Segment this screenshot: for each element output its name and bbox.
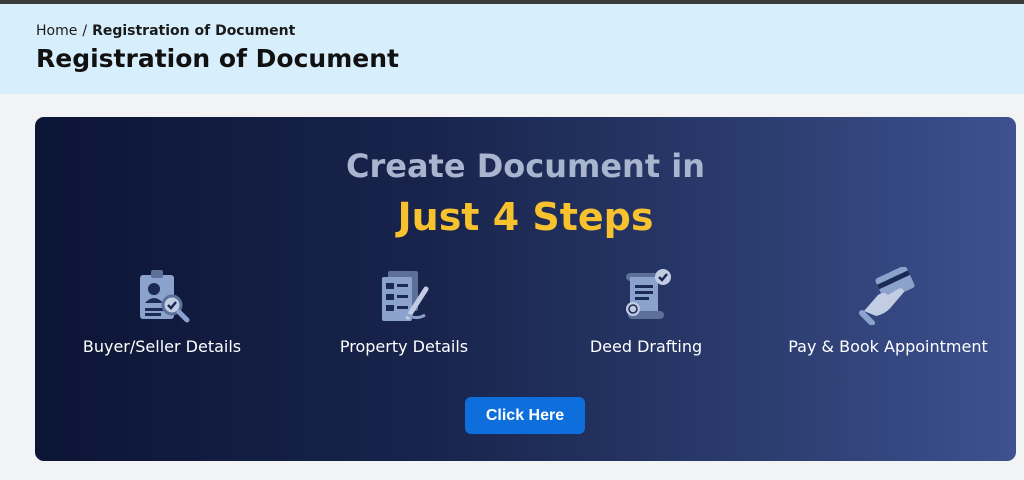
banner-subheadline: Just 4 Steps bbox=[397, 195, 654, 239]
step-label-property: Property Details bbox=[339, 337, 469, 356]
documents-pen-icon bbox=[382, 271, 429, 321]
page-title: Registration of Document bbox=[36, 44, 399, 73]
step-buyer-seller: Buyer/Seller Details bbox=[42, 267, 282, 356]
step-label-buyer-seller: Buyer/Seller Details bbox=[82, 337, 242, 356]
hand-card-icon bbox=[859, 267, 915, 325]
breadcrumb-separator: / bbox=[82, 23, 88, 39]
steps-banner: Create Document in Just 4 Steps Buyer/Se… bbox=[35, 117, 1016, 461]
click-here-button[interactable]: Click Here bbox=[465, 397, 585, 434]
step-pay-book: Pay & Book Appointment bbox=[768, 267, 1008, 356]
step-label-deed-drafting: Deed Drafting bbox=[589, 337, 703, 356]
step-label-pay-book: Pay & Book Appointment bbox=[788, 337, 988, 356]
breadcrumb: Home / Registration of Document bbox=[36, 23, 295, 39]
scroll-fingerprint-icon bbox=[626, 269, 671, 319]
step-deed-drafting: Deed Drafting bbox=[526, 267, 766, 356]
id-card-search-icon bbox=[140, 270, 190, 323]
banner-headline: Create Document in bbox=[345, 147, 705, 185]
page-header: Home / Registration of Document Registrati… bbox=[0, 4, 1024, 94]
step-property: Property Details bbox=[284, 267, 524, 356]
breadcrumb-home-link[interactable]: Home bbox=[36, 23, 77, 39]
breadcrumb-current: Registration of Document bbox=[92, 23, 296, 39]
